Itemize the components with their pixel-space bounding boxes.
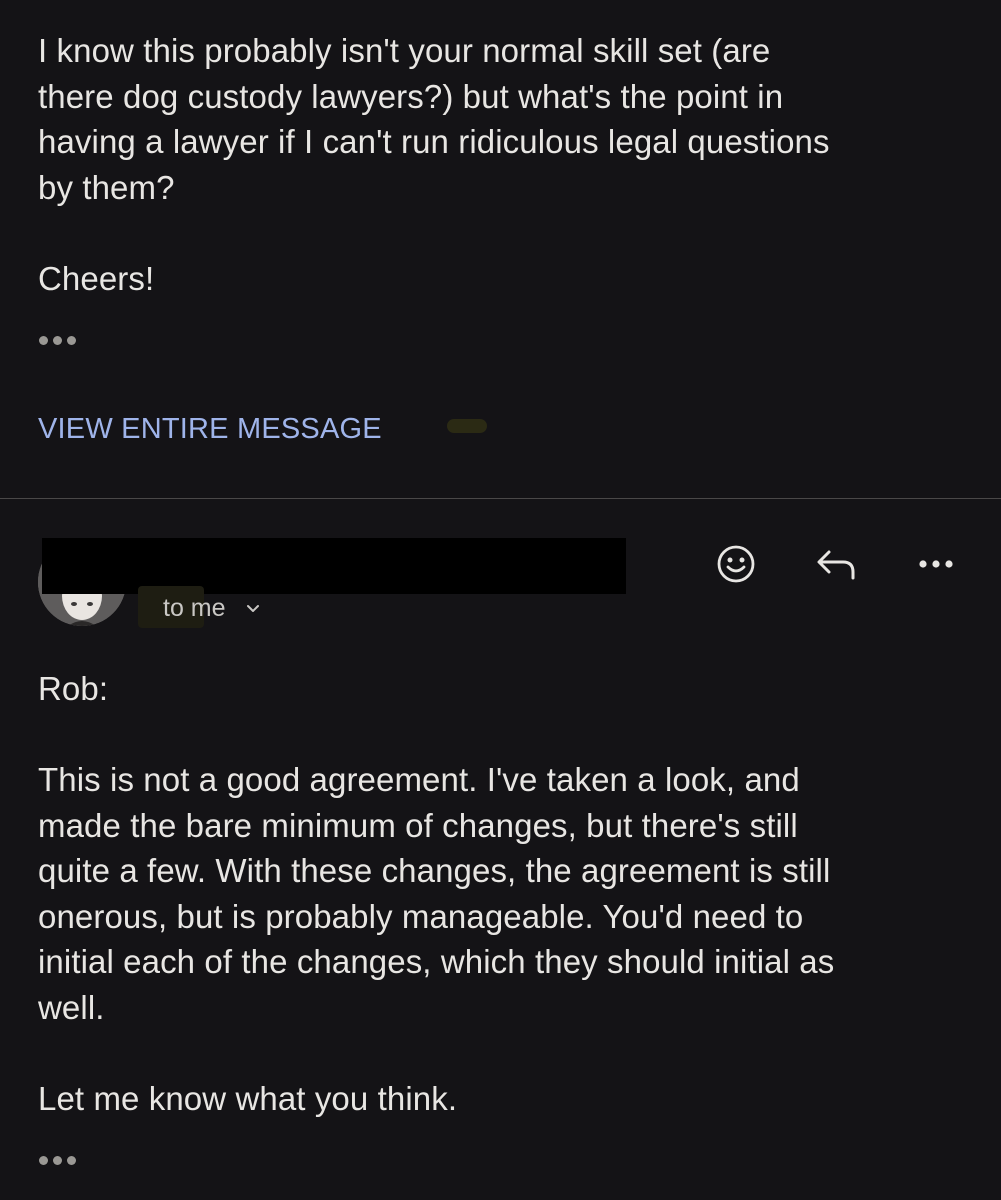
more-options-button[interactable]: [914, 542, 958, 586]
second-message-body: This is not a good agreement. I've taken…: [38, 761, 835, 1026]
reply-button[interactable]: [815, 542, 859, 586]
second-message-greeting: Rob:: [38, 670, 109, 707]
first-message-body: I know this probably isn't your normal s…: [38, 32, 830, 206]
message-divider: [0, 498, 1001, 499]
show-trimmed-content-icon[interactable]: [39, 1156, 76, 1165]
text-highlight-mark: [447, 419, 487, 433]
view-entire-message-link[interactable]: VIEW ENTIRE MESSAGE: [38, 413, 382, 446]
add-reaction-button[interactable]: [714, 542, 758, 586]
reply-arrow-icon: [817, 550, 855, 580]
recipient-label: to me: [163, 594, 226, 622]
first-message-signoff: Cheers!: [38, 260, 155, 297]
chevron-down-icon: [246, 604, 259, 612]
recipient-details-toggle[interactable]: to me: [163, 594, 260, 623]
second-message-closing: Let me know what you think.: [38, 1080, 458, 1117]
show-trimmed-content-icon[interactable]: [39, 336, 76, 345]
smiley-face-icon: [717, 545, 755, 583]
more-horizontal-icon: [919, 560, 953, 568]
redacted-sender-name: [42, 538, 626, 594]
